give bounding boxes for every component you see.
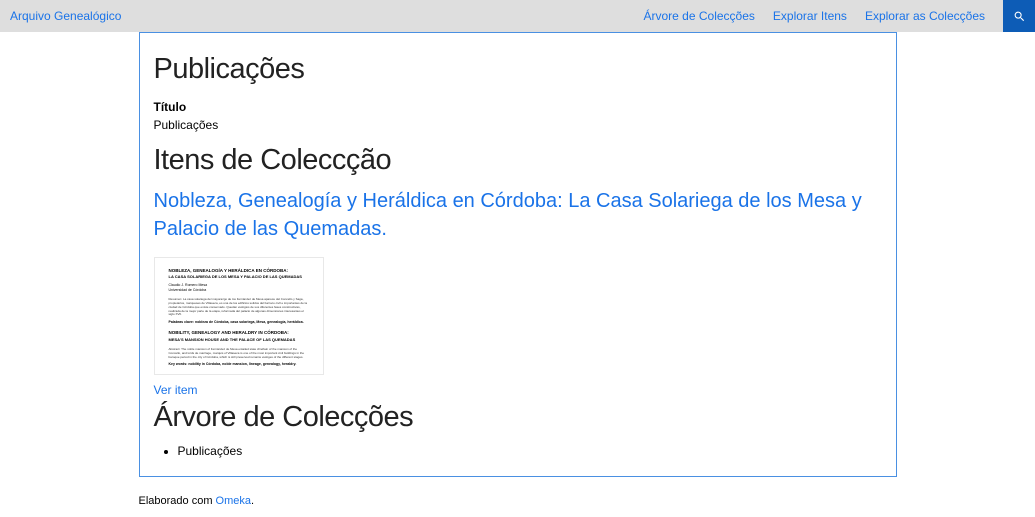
search-icon xyxy=(1013,10,1026,23)
site-title-link[interactable]: Arquivo Genealógico xyxy=(10,9,121,23)
thumb-title-en: NOBILITY, GENEALOGY AND HERALDRY IN CÓRD… xyxy=(169,330,309,335)
tree-item: Publicações xyxy=(178,444,882,458)
item-thumbnail[interactable]: NOBLEZA, GENEALOGÍA Y HERÁLDICA EN CÓRDO… xyxy=(154,257,324,375)
meta-label-title: Título xyxy=(154,100,882,114)
nav-right: Árvore de Colecções Explorar Itens Explo… xyxy=(644,0,1035,32)
thumb-subtitle-es: LA CASA SOLARIEGA DE LOS MESA Y PALACIO … xyxy=(169,274,309,279)
view-item-link[interactable]: Ver item xyxy=(154,383,198,397)
thumb-subtitle-en: MESA'S MANSION HOUSE AND THE PALACE OF L… xyxy=(169,337,309,342)
page-title: Publicações xyxy=(154,53,882,86)
footer: Elaborado com Omeka. xyxy=(139,495,897,517)
thumb-author: Claudio J. Romero Mesa xyxy=(169,283,309,287)
thumb-abstract-es: Resumen: La casa solariega del mayorazgo… xyxy=(169,298,309,317)
thumb-title-es: NOBLEZA, GENEALOGÍA Y HERÁLDICA EN CÓRDO… xyxy=(169,268,309,273)
nav-explore-items[interactable]: Explorar Itens xyxy=(773,9,847,23)
thumb-keywords-es: Palabras clave: nobleza de Córdoba, casa… xyxy=(169,320,309,324)
thumb-affiliation: Universidad de Córdoba xyxy=(169,288,309,292)
thumb-abstract-en: Abstract: The noble mansion of Fernández… xyxy=(169,348,309,360)
footer-prefix: Elaborado com xyxy=(139,495,216,507)
tree-heading: Árvore de Colecções xyxy=(154,401,882,434)
items-heading: Itens de Coleccção xyxy=(154,144,882,177)
footer-suffix: . xyxy=(251,495,254,507)
nav-explore-collections[interactable]: Explorar as Colecções xyxy=(865,9,985,23)
header: Arquivo Genealógico Árvore de Colecções … xyxy=(0,0,1035,32)
item-title-link[interactable]: Nobleza, Genealogía y Heráldica en Córdo… xyxy=(154,187,882,243)
thumb-keywords-en: Key words: nobility in Córdoba, noble ma… xyxy=(169,362,309,366)
collection-tree: Publicações xyxy=(154,444,882,458)
meta-value-title: Publicações xyxy=(154,118,882,132)
footer-omeka-link[interactable]: Omeka xyxy=(216,495,251,507)
nav-collections-tree[interactable]: Árvore de Colecções xyxy=(644,9,755,23)
main-content: Publicações Título Publicações Itens de … xyxy=(139,32,897,477)
search-button[interactable] xyxy=(1003,0,1035,32)
